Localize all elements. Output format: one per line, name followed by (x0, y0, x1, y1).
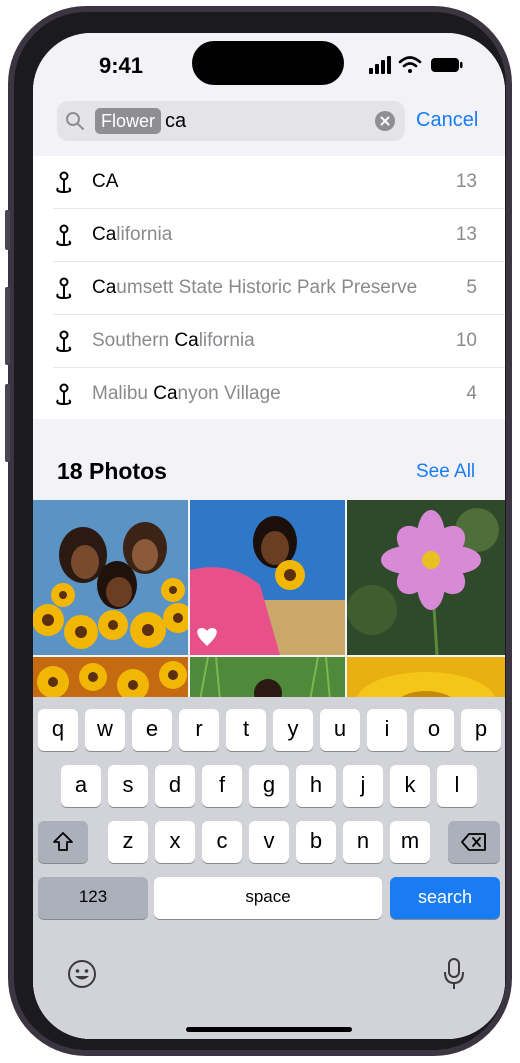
suggestion-count: 10 (455, 330, 477, 351)
location-pin-icon (56, 383, 72, 406)
backspace-icon (461, 833, 486, 851)
location-pin-icon (56, 330, 72, 353)
screen: 9:41 Flower ca Cancel CA 13 California 1… (33, 33, 505, 1039)
photo-thumbnail[interactable] (190, 657, 345, 700)
emoji-icon[interactable] (67, 959, 97, 989)
search-suggestions: CA 13 California 13 Caumsett State Histo… (33, 156, 505, 420)
key-w[interactable]: w (85, 709, 125, 751)
photo-grid (33, 500, 505, 700)
suggestion-rest: umsett State Historic Park Preserve (116, 277, 418, 298)
dynamic-island (192, 41, 344, 85)
photo-thumbnail[interactable] (33, 657, 188, 700)
search-header: 9:41 Flower ca Cancel (33, 33, 505, 156)
key-u[interactable]: u (320, 709, 360, 751)
location-pin-icon (56, 171, 72, 194)
suggestion-match: Ca (92, 277, 117, 298)
space-key[interactable]: space (154, 877, 382, 919)
key-j[interactable]: j (343, 765, 383, 807)
cancel-button[interactable]: Cancel (416, 109, 478, 132)
key-b[interactable]: b (296, 821, 336, 863)
search-token[interactable]: Flower (95, 108, 162, 134)
key-a[interactable]: a (61, 765, 101, 807)
suggestion-count: 13 (455, 171, 477, 192)
clear-icon[interactable] (375, 111, 395, 131)
keyboard: q w e r t y u i o p a s d f g h j k l z … (33, 697, 505, 1039)
key-o[interactable]: o (414, 709, 454, 751)
location-pin-icon (56, 224, 72, 247)
key-i[interactable]: i (367, 709, 407, 751)
key-g[interactable]: g (249, 765, 289, 807)
key-q[interactable]: q (38, 709, 78, 751)
search-field[interactable]: Flower ca (57, 101, 405, 141)
key-m[interactable]: m (390, 821, 430, 863)
see-all-button[interactable]: See All (416, 461, 475, 483)
photos-count-heading: 18 Photos (57, 458, 167, 484)
suggestion-count: 13 (455, 224, 477, 245)
key-h[interactable]: h (296, 765, 336, 807)
suggestion-row[interactable]: California 13 (53, 209, 505, 262)
suggestion-row[interactable]: Southern California 10 (53, 315, 505, 368)
key-c[interactable]: c (202, 821, 242, 863)
suggestion-count: 4 (466, 383, 477, 404)
suggestion-row[interactable]: Caumsett State Historic Park Preserve 5 (53, 262, 505, 315)
wifi-icon (398, 56, 422, 73)
key-n[interactable]: n (343, 821, 383, 863)
volume-up-button (5, 287, 10, 365)
home-indicator[interactable] (186, 1027, 352, 1032)
suggestion-rest: lifornia (198, 330, 255, 351)
suggestion-prefix: Southern (92, 330, 175, 351)
suggestion-count: 5 (466, 277, 477, 298)
volume-down-button (5, 384, 10, 462)
photo-thumbnail[interactable] (33, 500, 188, 655)
search-query-text: ca (165, 110, 187, 132)
suggestion-rest: lifornia (116, 224, 173, 245)
key-z[interactable]: z (108, 821, 148, 863)
key-s[interactable]: s (108, 765, 148, 807)
photo-thumbnail[interactable] (190, 500, 345, 655)
key-v[interactable]: v (249, 821, 289, 863)
battery-icon (431, 58, 463, 72)
suggestion-rest: nyon Village (177, 383, 281, 404)
photo-thumbnail[interactable] (347, 500, 505, 655)
search-icon (66, 112, 84, 130)
suggestion-match: Ca (92, 224, 117, 245)
status-time: 9:41 (99, 53, 144, 78)
search-key[interactable]: search (390, 877, 500, 919)
key-t[interactable]: t (226, 709, 266, 751)
suggestion-match: Ca (174, 330, 199, 351)
key-r[interactable]: r (179, 709, 219, 751)
numbers-key[interactable]: 123 (38, 877, 148, 919)
microphone-icon[interactable] (443, 957, 465, 991)
key-p[interactable]: p (461, 709, 501, 751)
photo-thumbnail[interactable] (347, 657, 505, 700)
action-button (5, 210, 10, 250)
location-pin-icon (56, 277, 72, 300)
key-d[interactable]: d (155, 765, 195, 807)
delete-key[interactable] (448, 821, 500, 863)
shift-key[interactable] (38, 821, 88, 863)
key-x[interactable]: x (155, 821, 195, 863)
suggestion-match: Ca (153, 383, 178, 404)
suggestion-row[interactable]: Malibu Canyon Village 4 (53, 368, 505, 420)
suggestion-match: CA (92, 171, 119, 192)
suggestion-prefix: Malibu (92, 383, 154, 404)
key-f[interactable]: f (202, 765, 242, 807)
suggestion-row[interactable]: CA 13 (53, 156, 505, 209)
shift-icon (53, 832, 73, 851)
key-y[interactable]: y (273, 709, 313, 751)
key-e[interactable]: e (132, 709, 172, 751)
key-l[interactable]: l (437, 765, 477, 807)
status-icons (369, 56, 463, 74)
key-k[interactable]: k (390, 765, 430, 807)
signal-icon (369, 56, 391, 74)
